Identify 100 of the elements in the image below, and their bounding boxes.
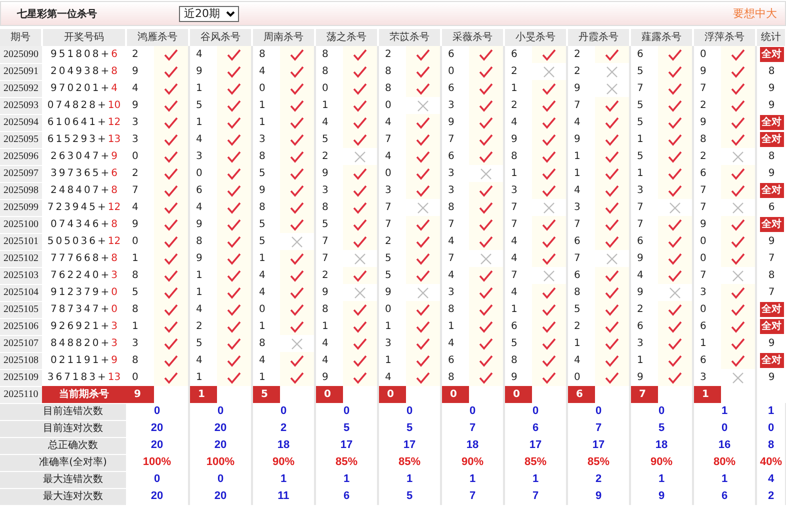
kill-number: 8 (378, 63, 406, 80)
kill-number: 1 (252, 114, 280, 131)
chevron-icon (226, 10, 235, 16)
kill-number: 7 (630, 199, 658, 216)
summary-value: 6 (693, 488, 756, 505)
kill-number: 1 (630, 165, 658, 182)
kill-number: 1 (189, 284, 217, 301)
kill-number: 0 (567, 369, 595, 386)
summary-value: 90% (441, 454, 504, 471)
summary-value: 100% (126, 454, 189, 471)
current-kill-number: 9 (126, 386, 154, 403)
kill-number: 4 (441, 335, 469, 352)
kill-number: 5 (315, 131, 343, 148)
all-correct-badge: 全对 (760, 132, 784, 147)
summary-label: 准确率(全对率) (0, 454, 126, 471)
kill-number: 6 (441, 46, 469, 63)
kill-number: 1 (126, 318, 154, 335)
draw-number: 723945+12 (42, 199, 126, 216)
kill-number: 8 (693, 131, 721, 148)
all-correct-badge: 全对 (760, 353, 784, 368)
summary-value: 0 (378, 403, 441, 420)
summary-value: 0 (189, 403, 252, 420)
kill-number: 0 (378, 97, 406, 114)
summary-value: 17 (315, 437, 378, 454)
summary-value: 1 (441, 471, 504, 488)
kill-number: 4 (252, 284, 280, 301)
summary-value: 0 (126, 403, 189, 420)
correct-count: 7 (768, 253, 775, 264)
summary-value: 2 (252, 420, 315, 437)
correct-count: 8 (768, 66, 775, 77)
kill-number: 4 (441, 233, 469, 250)
kill-number: 1 (315, 97, 343, 114)
kill-number: 4 (315, 114, 343, 131)
current-kill-number: 1 (189, 386, 217, 403)
kill-number: 1 (693, 335, 721, 352)
kill-number: 5 (567, 301, 595, 318)
period-cell: 2025101 (0, 233, 42, 250)
draw-number: 848820+3 (42, 335, 126, 352)
kill-number: 9 (504, 369, 532, 386)
summary-value: 9 (630, 488, 693, 505)
kill-number: 2 (189, 318, 217, 335)
column-header: 荡之杀号 (315, 29, 378, 46)
kill-number: 9 (189, 216, 217, 233)
kill-number: 6 (441, 148, 469, 165)
kill-number: 3 (441, 165, 469, 182)
summary-value: 85% (378, 454, 441, 471)
kill-number: 1 (315, 318, 343, 335)
period-select[interactable]: 近20期 (179, 6, 239, 22)
summary-value: 0 (693, 420, 756, 437)
kill-number: 9 (126, 63, 154, 80)
summary-value: 1 (252, 471, 315, 488)
all-correct-badge: 全对 (760, 302, 784, 317)
kill-number: 5 (378, 250, 406, 267)
summary-value: 40% (756, 454, 786, 471)
summary-value: 1 (756, 403, 786, 420)
kill-number: 9 (693, 63, 721, 80)
kill-number: 3 (378, 335, 406, 352)
draw-number: 397365+6 (42, 165, 126, 182)
kill-number: 3 (693, 284, 721, 301)
kill-number: 1 (504, 301, 532, 318)
period-cell: 2025094 (0, 114, 42, 131)
current-kill-number: 1 (693, 386, 721, 403)
kill-number: 9 (126, 216, 154, 233)
kill-number: 7 (693, 267, 721, 284)
correct-count: 9 (768, 236, 775, 247)
kill-number: 6 (441, 352, 469, 369)
summary-value: 20 (126, 420, 189, 437)
kill-number: 9 (441, 114, 469, 131)
draw-number: 248407+8 (42, 182, 126, 199)
kill-number: 7 (693, 182, 721, 199)
kill-number: 6 (693, 318, 721, 335)
kill-number: 2 (126, 46, 154, 63)
summary-value: 4 (756, 471, 786, 488)
summary-value: 0 (630, 403, 693, 420)
summary-value: 18 (441, 437, 504, 454)
summary-value: 100% (189, 454, 252, 471)
kill-number: 5 (630, 114, 658, 131)
kill-number: 5 (252, 216, 280, 233)
column-header: 薤露杀号 (630, 29, 693, 46)
kill-number: 8 (189, 233, 217, 250)
kill-number: 3 (126, 335, 154, 352)
kill-number: 0 (693, 250, 721, 267)
kill-number: 3 (441, 97, 469, 114)
draw-number: 951808+6 (42, 46, 126, 63)
kill-number: 4 (504, 250, 532, 267)
kill-number: 7 (504, 216, 532, 233)
summary-value: 85% (315, 454, 378, 471)
kill-number: 1 (189, 80, 217, 97)
kill-number: 1 (630, 131, 658, 148)
summary-value: 90% (630, 454, 693, 471)
summary-value: 2 (756, 488, 786, 505)
kill-number: 0 (126, 369, 154, 386)
period-cell: 2025091 (0, 63, 42, 80)
summary-value: 7 (504, 488, 567, 505)
kill-number: 0 (693, 233, 721, 250)
kill-number: 2 (567, 318, 595, 335)
correct-count: 9 (768, 168, 775, 179)
draw-number: 615293+13 (42, 131, 126, 148)
kill-number: 8 (252, 148, 280, 165)
kill-number: 2 (567, 46, 595, 63)
